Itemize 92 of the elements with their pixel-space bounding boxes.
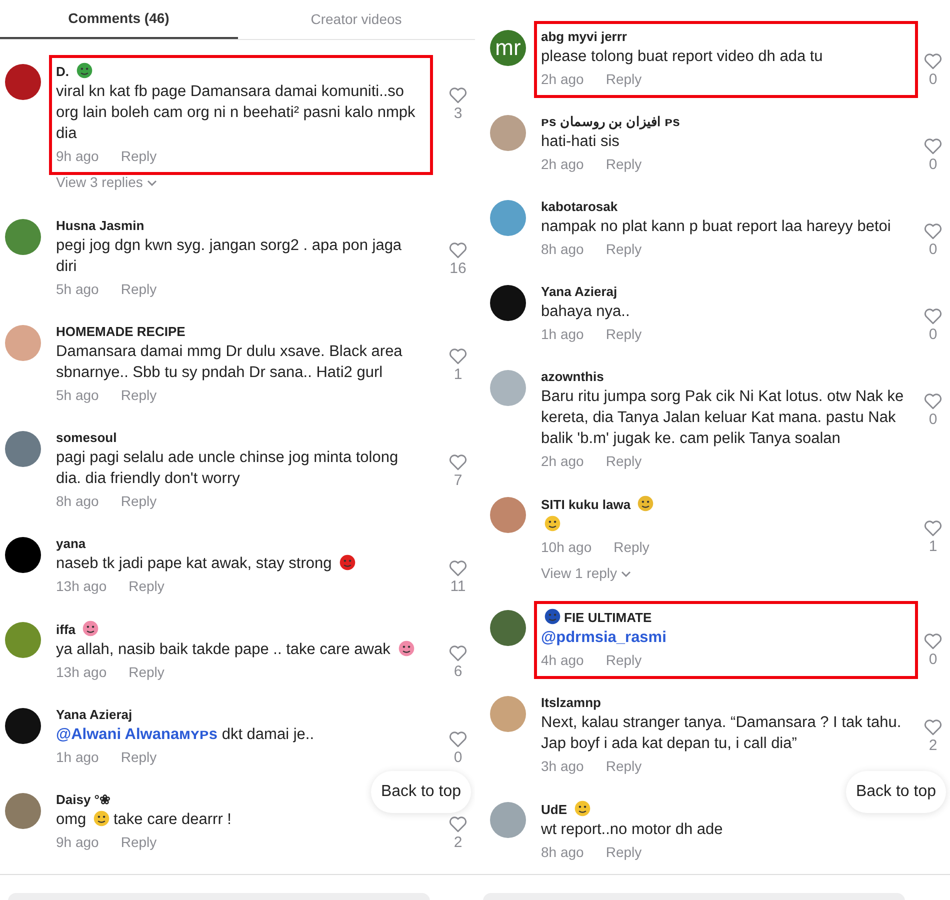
like-count: 0 [928, 325, 938, 345]
comment-text: nampak no plat kann p buat report laa hareyy betoi [541, 218, 891, 235]
timestamp: 13h ago [56, 663, 107, 682]
comment-text: omg [56, 811, 86, 828]
timestamp: 5h ago [56, 280, 99, 299]
reply-button[interactable]: Reply [606, 648, 642, 672]
like-count: 1 [928, 537, 938, 557]
timestamp: 2h ago [541, 452, 584, 471]
timestamp: 3h ago [541, 757, 584, 776]
like-count: 0 [928, 650, 938, 670]
like-count: 2 [454, 833, 462, 853]
username: kabotarosak [541, 199, 618, 214]
reply-button[interactable]: Reply [120, 745, 157, 769]
like-count: 0 [454, 748, 462, 768]
like-count: 0 [928, 70, 938, 90]
reply-button[interactable]: Reply [120, 830, 157, 854]
tab[interactable]: Comments (46) [0, 0, 238, 39]
reply-button[interactable]: Reply [120, 144, 157, 168]
mention-link[interactable]: @pdrmsia_rasmi [541, 629, 666, 646]
reply-button[interactable]: Reply [120, 277, 157, 301]
like-count: 0 [928, 240, 938, 260]
timestamp: 9h ago [56, 833, 99, 852]
like-count: 2 [928, 736, 938, 756]
reply-button[interactable]: Reply [606, 67, 642, 91]
username: ᴘs افيزان بن روسمان ᴘs [541, 114, 680, 129]
like-count: 1 [454, 365, 462, 385]
username: D. [56, 64, 69, 79]
back-to-top-button[interactable]: Back to top [846, 771, 946, 813]
mention-link[interactable]: @Alwani Alwanaᴍʏᴘs [56, 726, 218, 743]
avatar: mr [490, 30, 526, 66]
like-count: 0 [928, 155, 938, 175]
like-count: 16 [450, 259, 466, 279]
timestamp: 2h ago [541, 155, 584, 174]
reply-button[interactable]: Reply [606, 237, 642, 261]
reply-button[interactable]: Reply [614, 535, 650, 559]
username: iffa [56, 622, 76, 637]
like-count: 7 [454, 471, 462, 491]
username: Yana Azieraj [541, 284, 618, 299]
timestamp: 2h ago [541, 70, 584, 89]
comment-text: Baru ritu jumpa sorg Pak cik Ni Kat lotus. otw Nak ke kereta, dia Tanya Jalan keluar Kat mana. pastu Nak balik 'b.m' jugak ke. cam pelik Tanya soalan [541, 388, 904, 447]
comment-text: take care dearrr ! [113, 811, 232, 828]
username: azownthis [541, 369, 604, 384]
username: Husna Jasmin [56, 218, 144, 233]
timestamp: 13h ago [56, 577, 107, 596]
username: UdE [541, 802, 567, 817]
username: HOMEMADE RECIPE [56, 324, 186, 339]
like-count: 0 [928, 410, 938, 430]
comment-text: viral kn kat fb page Damansara damai komuniti..so org lain boleh cam org ni n beehati² pasni kalo nmpk dia [56, 83, 416, 142]
tab[interactable]: Creator videos [238, 0, 475, 39]
comment-text: bahaya nya.. [541, 303, 630, 320]
view-replies-button[interactable]: View 1 reply [541, 563, 632, 584]
timestamp: 8h ago [56, 492, 99, 511]
comment-text: wt report..no motor dh ade [541, 821, 723, 838]
comment-text: Next, kalau stranger tanya. “Damansara ? I tak tahu. Jap boyf i ada kat depan tu, i call dia” [541, 714, 902, 752]
like-count: 3 [454, 104, 462, 124]
comment-text: pegi jog dgn kwn syg. jangan sorg2 . apa pon jaga diri [56, 237, 402, 275]
reply-button[interactable]: Reply [606, 754, 642, 778]
timestamp: 8h ago [541, 240, 584, 259]
username: yana [56, 536, 86, 551]
comment-text: please tolong buat report video dh ada tu [541, 48, 823, 65]
timestamp: 4h ago [541, 651, 584, 670]
reply-button[interactable]: Reply [606, 322, 642, 346]
username: somesoul [56, 430, 117, 445]
username: Yana Azieraj [56, 707, 132, 722]
timestamp: 10h ago [541, 538, 592, 557]
timestamp: 5h ago [56, 386, 99, 405]
username: FIE ULTIMATE [564, 610, 652, 625]
comment-text: ya allah, nasib baik takde pape .. take care awak [56, 641, 390, 658]
comment-text: naseb tk jadi pape kat awak, stay strong [56, 555, 332, 572]
username: Itslzamnp [541, 695, 601, 710]
back-to-top-button[interactable]: Back to top [370, 771, 471, 813]
comment-text: Damansara damai mmg Dr dulu xsave. Black area sbnarnye.. Sbb tu sy pndah Dr sana.. Hati2 gurl [56, 343, 402, 381]
reply-button[interactable]: Reply [606, 840, 642, 864]
reply-button[interactable]: Reply [606, 449, 642, 473]
timestamp: 9h ago [56, 147, 99, 166]
username: SITI kuku lawa [541, 497, 631, 512]
comment-text: hati-hati sis [541, 133, 620, 150]
username: abg myvi jerrr [541, 29, 627, 44]
reply-button[interactable]: Reply [606, 152, 642, 176]
like-count: 11 [450, 577, 466, 597]
username: Daisy °❀ [56, 792, 111, 807]
comment-text: dkt damai je.. [222, 726, 314, 743]
reply-button[interactable]: Reply [128, 574, 164, 598]
view-replies-button[interactable]: View 3 replies [56, 172, 157, 193]
timestamp: 1h ago [541, 325, 584, 344]
timestamp: 1h ago [56, 748, 99, 767]
reply-button[interactable]: Reply [120, 489, 157, 513]
reply-button[interactable]: Reply [120, 383, 157, 407]
timestamp: 8h ago [541, 843, 584, 862]
like-count: 6 [454, 662, 462, 682]
comment-text: pagi pagi selalu ade uncle chinse jog minta tolong dia. dia friendly don't worry [56, 449, 398, 487]
reply-button[interactable]: Reply [128, 660, 164, 684]
